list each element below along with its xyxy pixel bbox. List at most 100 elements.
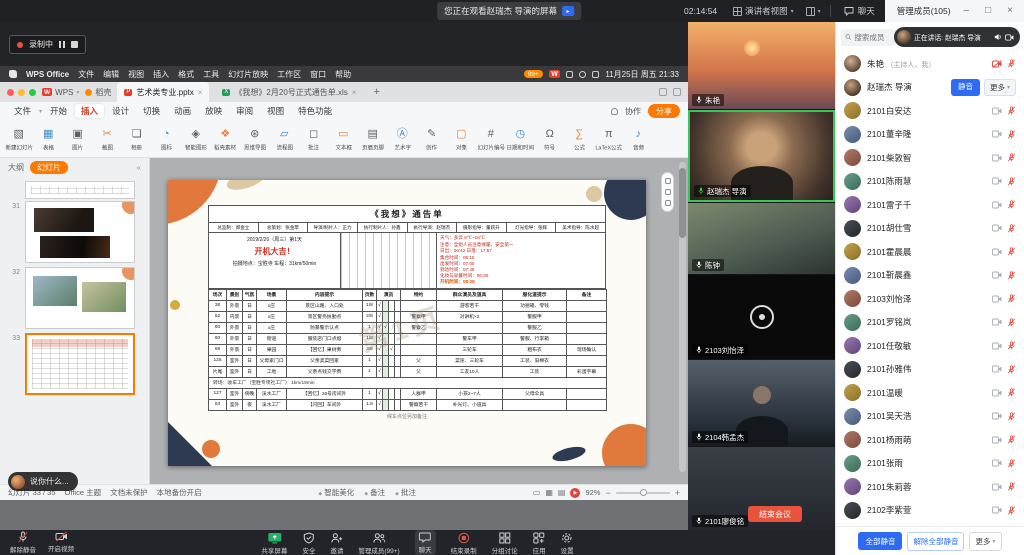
slide-canvas[interactable]: 《我想》通告单 总监制：郑金立总策划：张金苹导演/制片人：正力执行制片人：孙鑫执… xyxy=(150,158,688,484)
video-tile[interactable]: 陈钟 xyxy=(688,203,835,274)
slides-tab[interactable]: 幻灯片 xyxy=(30,161,68,174)
manage-members-button[interactable]: 管理成员(99+) xyxy=(358,532,399,555)
status-tool[interactable]: 备注 xyxy=(364,487,385,498)
menu-item[interactable]: 窗口 xyxy=(310,69,326,80)
chat-tab[interactable]: 聊天 xyxy=(834,0,885,22)
view-reading-icon[interactable]: ▤ xyxy=(558,488,566,497)
play-slideshow-button[interactable]: ▶ xyxy=(570,488,580,498)
wps-badge[interactable]: W xyxy=(549,70,561,78)
settings-button[interactable]: 设置 xyxy=(561,532,574,555)
ribbon-tool[interactable]: ◈ 智能图形 xyxy=(181,125,211,152)
bell-icon[interactable] xyxy=(611,108,618,115)
ribbon-tool[interactable]: ▦ 表格 xyxy=(34,125,64,152)
camera-icon[interactable] xyxy=(992,130,1002,138)
menu-item[interactable]: 视图 xyxy=(128,69,144,80)
video-tile[interactable]: 2103刘怡泽 xyxy=(688,275,835,359)
ribbon-tab-file[interactable]: 文件 xyxy=(8,104,37,118)
mic-off-icon[interactable] xyxy=(1007,294,1016,303)
member-row[interactable]: 2101孙雅伟 xyxy=(836,358,1024,382)
ribbon-tab-transition[interactable]: 切换 xyxy=(137,104,166,118)
window-action-icon[interactable] xyxy=(673,88,681,96)
member-row[interactable]: 2101白安达 xyxy=(836,99,1024,123)
member-row-presenter[interactable]: 赵瑞杰 导演 静音 更多▾ xyxy=(836,76,1024,100)
camera-icon[interactable] xyxy=(992,436,1002,444)
video-tile[interactable]: 朱艳 xyxy=(688,22,835,109)
ribbon-tool[interactable]: ▢ 对象 xyxy=(447,125,477,152)
window-action-icon[interactable] xyxy=(659,88,667,96)
search-input[interactable] xyxy=(854,33,892,42)
member-row[interactable]: 2101董辛隆 xyxy=(836,123,1024,147)
app-name[interactable]: WPS Office xyxy=(26,70,69,79)
ribbon-tool[interactable]: ♪ 音频 xyxy=(624,125,654,152)
mic-off-icon[interactable] xyxy=(1007,412,1016,421)
view-normal-icon[interactable]: ▭ xyxy=(533,488,541,497)
ribbon-tool[interactable]: ✎ 创作 xyxy=(417,125,447,152)
member-row[interactable]: 2101朱莉蓉 xyxy=(836,475,1024,499)
docer-tab[interactable]: 稻壳 xyxy=(85,87,111,98)
camera-toggle[interactable]: 开启视频 xyxy=(48,531,74,554)
stop-recording-button[interactable]: 结束录制 xyxy=(451,532,477,555)
ribbon-tool[interactable]: ⊛ 思维导图 xyxy=(240,125,270,152)
camera-icon[interactable] xyxy=(992,201,1002,209)
mute-all-button[interactable]: 全部静音 xyxy=(858,532,902,550)
camera-icon[interactable] xyxy=(992,389,1002,397)
ribbon-tool[interactable]: ❖ 稻壳素材 xyxy=(211,125,241,152)
mic-off-icon[interactable] xyxy=(1007,224,1016,233)
ribbon-tool[interactable]: ▧ 新建幻灯片 xyxy=(4,125,34,152)
window-traffic-lights[interactable] xyxy=(7,89,36,96)
ribbon-tool[interactable]: ◻ 批注 xyxy=(299,125,329,152)
minimize-button[interactable]: – xyxy=(961,0,973,22)
menubar-status-icon[interactable] xyxy=(566,71,573,78)
slide-thumbnail-33-selected[interactable] xyxy=(25,333,135,395)
mic-off-icon[interactable] xyxy=(1007,177,1016,186)
ribbon-tool[interactable]: ▣ 图片 xyxy=(63,125,93,152)
mute-button[interactable]: 静音 xyxy=(951,79,980,96)
close-tab-icon[interactable]: × xyxy=(352,88,357,97)
ribbon-tool[interactable]: ∑ 公式 xyxy=(565,125,595,152)
camera-icon[interactable] xyxy=(992,318,1002,326)
document-tab-xls[interactable]: X 《我想》2月20号正式通告单.xls × xyxy=(215,82,363,102)
more-button[interactable]: 更多▾ xyxy=(984,79,1016,96)
document-tab-pptx[interactable]: P 艺术类专业.pptx × xyxy=(117,82,209,102)
video-tile[interactable]: 2104韩孟杰 xyxy=(688,360,835,446)
ribbon-tool[interactable]: ◷ 日期和时间 xyxy=(506,125,536,152)
unmute-all-button[interactable]: 解除全部静音 xyxy=(907,532,964,551)
layout-button[interactable]: ▾ xyxy=(800,0,827,22)
member-row[interactable]: 2101杨雨萌 xyxy=(836,428,1024,452)
status-tool[interactable]: 智能美化 xyxy=(318,487,354,498)
ribbon-tool[interactable]: ▱ 流程图 xyxy=(270,125,300,152)
invite-button[interactable]: 邀请 xyxy=(330,532,343,555)
zoom-in-button[interactable]: + xyxy=(675,488,680,498)
menubar-status-icon[interactable] xyxy=(579,71,586,78)
view-mode-button[interactable]: 演讲者视图 ▾ xyxy=(727,0,800,22)
camera-icon[interactable] xyxy=(992,107,1002,115)
ribbon-tab-design[interactable]: 设计 xyxy=(106,104,135,118)
more-actions-button[interactable]: 更多▾ xyxy=(969,532,1001,551)
mic-off-icon[interactable] xyxy=(1007,130,1016,139)
zoom-slider-thumb[interactable] xyxy=(640,489,647,496)
camera-icon[interactable] xyxy=(992,459,1002,467)
camera-icon[interactable] xyxy=(992,483,1002,491)
menu-item[interactable]: 插入 xyxy=(153,69,169,80)
ribbon-tool[interactable]: ❏ 相册 xyxy=(122,125,152,152)
ribbon-tab-animation[interactable]: 动画 xyxy=(168,104,197,118)
member-row[interactable]: 2101霍晨晨 xyxy=(836,240,1024,264)
ribbon-tool[interactable]: π LaTeX公式 xyxy=(594,125,624,152)
camera-off-icon[interactable] xyxy=(992,60,1002,68)
search-box[interactable] xyxy=(841,29,896,46)
mic-off-icon[interactable] xyxy=(1007,106,1016,115)
video-tile-speaking[interactable]: 赵瑞杰 导演 xyxy=(688,110,835,202)
ribbon-tab-review[interactable]: 审阅 xyxy=(230,104,259,118)
outline-tab[interactable]: 大纲 xyxy=(8,162,24,173)
wps-home-button[interactable]: W WPS ▾ xyxy=(42,88,79,97)
members-tab[interactable]: 管理成员(105) xyxy=(897,5,951,17)
share-screen-button[interactable]: 共享屏幕 xyxy=(261,532,287,555)
ribbon-tool[interactable]: # 幻灯片编号 xyxy=(476,125,506,152)
menu-item[interactable]: 文件 xyxy=(78,69,94,80)
camera-icon[interactable] xyxy=(992,506,1002,514)
member-row[interactable]: 2101陈雨慧 xyxy=(836,170,1024,194)
camera-icon[interactable] xyxy=(992,295,1002,303)
ribbon-tool[interactable]: ◔ 图标 xyxy=(152,125,182,152)
mic-off-icon[interactable] xyxy=(1007,247,1016,256)
floating-mini-toolbar[interactable] xyxy=(661,172,674,212)
